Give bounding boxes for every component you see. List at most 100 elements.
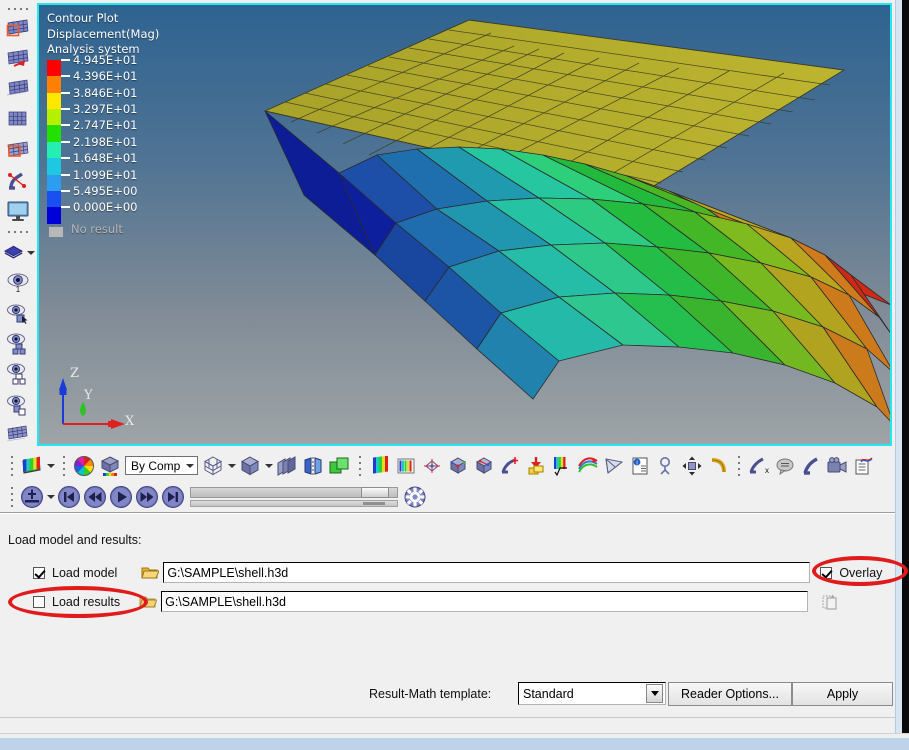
note-icon[interactable]	[772, 453, 798, 479]
visibility-expand-icon[interactable]	[3, 330, 33, 358]
load-results-path-input[interactable]: G:\SAMPLE\shell.h3d	[161, 591, 809, 612]
toolbar-grip-2[interactable]	[0, 227, 36, 238]
animation-speed-track[interactable]	[190, 499, 398, 507]
toolbar-grip[interactable]	[734, 453, 743, 479]
chevron-down-icon[interactable]	[646, 684, 663, 703]
legend-swatch	[47, 141, 61, 159]
legend-swatch	[47, 76, 61, 93]
info-table-icon[interactable]: i	[627, 453, 653, 479]
math-sqrt-icon[interactable]	[549, 453, 575, 479]
contour-plot-icon[interactable]	[3, 15, 33, 43]
antenna-icon[interactable]	[601, 453, 627, 479]
visibility-collapse-icon[interactable]	[3, 360, 33, 388]
rewind-icon[interactable]	[82, 484, 108, 510]
solid-cube-icon[interactable]	[237, 453, 263, 479]
contour-toolbar-icon[interactable]	[19, 453, 45, 479]
legend-cube-icon[interactable]	[97, 453, 123, 479]
animation-speed-thumb[interactable]	[363, 501, 385, 505]
legend-value: 4.945E+01	[73, 52, 138, 67]
node-diamond-icon[interactable]	[419, 453, 445, 479]
load-model-path-input[interactable]: G:\SAMPLE\shell.h3d	[163, 562, 811, 583]
load-results-checkbox[interactable]	[33, 595, 45, 608]
legend-rows: 4.945E+01 4.396E+01 3.846E+01 3.297E+01 …	[47, 53, 159, 240]
legend-value: 3.846E+01	[73, 85, 138, 100]
report-icon[interactable]	[850, 453, 876, 479]
first-frame-icon[interactable]	[56, 484, 82, 510]
toolbar-grip[interactable]	[59, 453, 68, 479]
deformed-shape-icon[interactable]	[3, 106, 33, 134]
curve-plus-icon[interactable]	[497, 453, 523, 479]
3d-viewport[interactable]: Contour Plot Displacement(Mag) Analysis …	[37, 3, 892, 446]
tensor-plot-icon[interactable]	[3, 137, 33, 165]
panel-bottom-divider	[0, 717, 909, 718]
fast-forward-icon[interactable]	[134, 484, 160, 510]
angle-icon[interactable]	[705, 453, 731, 479]
camera-icon[interactable]	[824, 453, 850, 479]
component-select[interactable]: By Comp	[125, 456, 198, 475]
load-results-path-value: G:\SAMPLE\shell.h3d	[165, 594, 287, 609]
visibility-all-icon[interactable]: 1	[3, 269, 33, 297]
mirror-icon[interactable]	[300, 453, 326, 479]
color-wheel-icon[interactable]	[71, 453, 97, 479]
gear-icon[interactable]	[402, 484, 428, 510]
chevron-down-icon[interactable]	[45, 484, 56, 510]
legend-swatch	[47, 59, 61, 77]
legend-bars-icon[interactable]	[393, 453, 419, 479]
cube-axes-icon[interactable]	[445, 453, 471, 479]
svg-text:i: i	[636, 460, 637, 466]
svg-text:1: 1	[16, 285, 21, 294]
color-bar-icon[interactable]	[367, 453, 393, 479]
panel-divider-highlight	[0, 513, 909, 514]
curve-icon[interactable]	[798, 453, 824, 479]
last-frame-icon[interactable]	[160, 484, 186, 510]
move-icon[interactable]	[679, 453, 705, 479]
visibility-swap-icon[interactable]	[3, 390, 33, 418]
contour-legend: Contour Plot Displacement(Mag) Analysis …	[47, 11, 159, 240]
iso-value-icon[interactable]	[3, 76, 33, 104]
load-model-checkbox-wrap[interactable]: Load model	[33, 566, 117, 580]
toolbar-grip[interactable]	[0, 3, 36, 14]
toolbar-grip[interactable]	[7, 484, 16, 510]
play-icon[interactable]	[108, 484, 134, 510]
contour-mesh-model	[263, 19, 890, 422]
mesh-cube-icon[interactable]	[200, 453, 226, 479]
legend-value: 2.198E+01	[73, 134, 138, 149]
animation-slider-track[interactable]	[190, 486, 398, 498]
result-math-select[interactable]: Standard	[518, 682, 666, 705]
measure-icon[interactable]	[653, 453, 679, 479]
legend-value: 1.099E+01	[73, 167, 138, 182]
right-edge-panel	[895, 0, 909, 733]
chevron-down-icon[interactable]	[45, 453, 56, 479]
animation-mode-icon[interactable]	[19, 484, 45, 510]
toolbar-grip[interactable]	[355, 453, 364, 479]
visibility-pick-icon[interactable]	[3, 299, 33, 327]
animation-slider[interactable]	[190, 486, 398, 507]
animation-slider-thumb[interactable]	[361, 486, 389, 498]
apply-button[interactable]: Apply	[792, 682, 893, 706]
folder-open-icon[interactable]	[139, 594, 158, 610]
legend-value: 2.747E+01	[73, 118, 138, 133]
display-icon[interactable]	[3, 197, 33, 225]
layers-stack-icon[interactable]	[274, 453, 300, 479]
toolbar-grip[interactable]	[7, 453, 16, 479]
curve-x-icon[interactable]: x	[746, 453, 772, 479]
layers-icon[interactable]	[1, 239, 35, 267]
mesh-icon[interactable]	[3, 421, 33, 449]
folder-open-icon[interactable]	[141, 565, 160, 581]
legend-swatch-no-result	[49, 226, 63, 237]
load-results-checkbox-wrap[interactable]: Load results	[33, 595, 120, 609]
overlay-checkbox[interactable]	[820, 566, 833, 579]
overlay-green-icon[interactable]	[326, 453, 352, 479]
copy-paste-icon[interactable]	[820, 592, 840, 612]
vector-plot-icon[interactable]	[3, 46, 33, 74]
load-model-checkbox[interactable]	[33, 566, 45, 579]
cube-nodes-icon[interactable]	[471, 453, 497, 479]
load-arrow-icon[interactable]	[523, 453, 549, 479]
reader-options-button[interactable]: Reader Options...	[668, 682, 792, 706]
streamlines-icon[interactable]	[3, 167, 33, 195]
chevron-down-icon[interactable]	[263, 453, 274, 479]
streamline-multi-icon[interactable]	[575, 453, 601, 479]
left-toolbar: 1	[0, 0, 36, 450]
chevron-down-icon[interactable]	[226, 453, 237, 479]
overlay-checkbox-wrap[interactable]: Overlay	[820, 566, 882, 580]
